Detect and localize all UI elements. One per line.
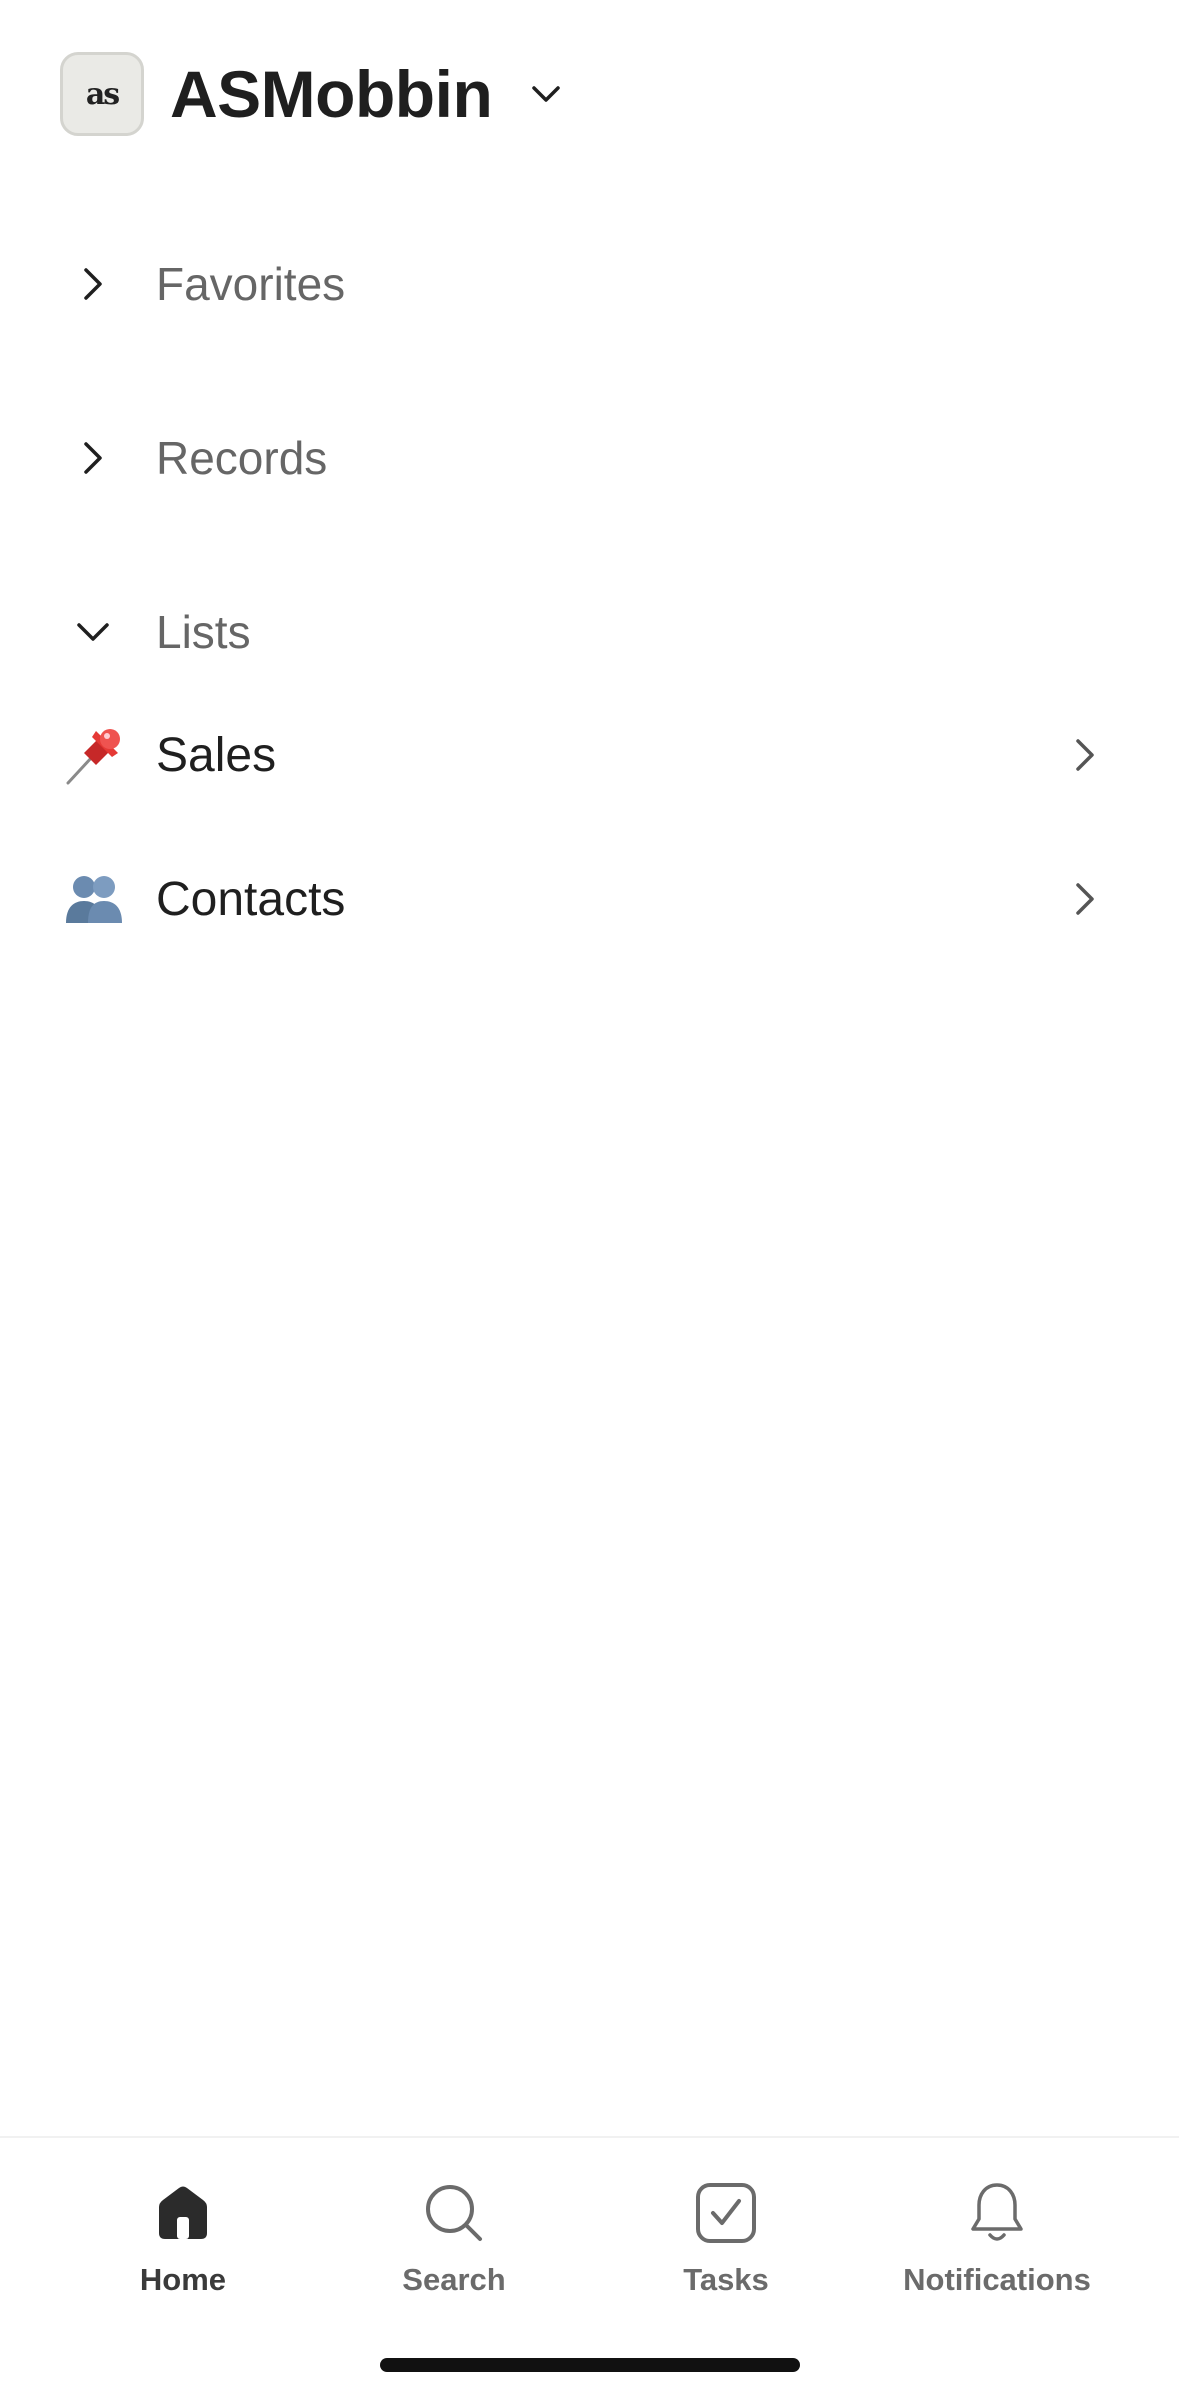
workspace-switcher[interactable]: as ASMobbin [60, 52, 564, 136]
pushpin-icon [60, 721, 128, 789]
chevron-right-icon [1060, 874, 1110, 924]
chevron-right-icon [60, 425, 126, 491]
section-records[interactable]: Records [60, 408, 327, 508]
chevron-down-icon [528, 76, 564, 112]
tab-search[interactable]: Search [339, 2178, 569, 2318]
section-lists[interactable]: Lists [60, 582, 251, 682]
tasks-check-icon [691, 2178, 761, 2248]
tab-tasks[interactable]: Tasks [611, 2178, 841, 2318]
tab-notifications[interactable]: Notifications [882, 2178, 1112, 2318]
search-icon [419, 2178, 489, 2248]
section-lists-label: Lists [156, 606, 251, 658]
tab-bar: Home Search Tasks Notifications [0, 2136, 1179, 2396]
list-item-contacts[interactable]: Contacts [60, 844, 1110, 954]
tab-tasks-label: Tasks [683, 2262, 769, 2297]
bell-icon [962, 2178, 1032, 2248]
chevron-down-icon [60, 599, 126, 665]
list-item-label: Sales [156, 728, 277, 782]
section-records-label: Records [156, 432, 328, 484]
chevron-right-icon [1060, 730, 1110, 780]
tab-notifications-label: Notifications [903, 2262, 1091, 2297]
home-icon [148, 2178, 218, 2248]
workspace-avatar-text: as [85, 76, 120, 112]
tab-home[interactable]: Home [68, 2178, 298, 2318]
tab-home-label: Home [139, 2262, 227, 2297]
people-icon [60, 865, 128, 933]
section-favorites[interactable]: Favorites [60, 234, 345, 334]
section-favorites-label: Favorites [156, 258, 346, 310]
tab-search-label: Search [402, 2262, 506, 2297]
chevron-right-icon [60, 251, 126, 317]
list-item-label: Contacts [156, 872, 346, 926]
home-screen: as ASMobbin Favorites Records Lists Sale… [0, 0, 1179, 2396]
workspace-avatar: as [60, 52, 144, 136]
workspace-name: ASMobbin [170, 57, 493, 131]
home-indicator[interactable] [380, 2358, 800, 2372]
list-item-sales[interactable]: Sales [60, 700, 1110, 810]
